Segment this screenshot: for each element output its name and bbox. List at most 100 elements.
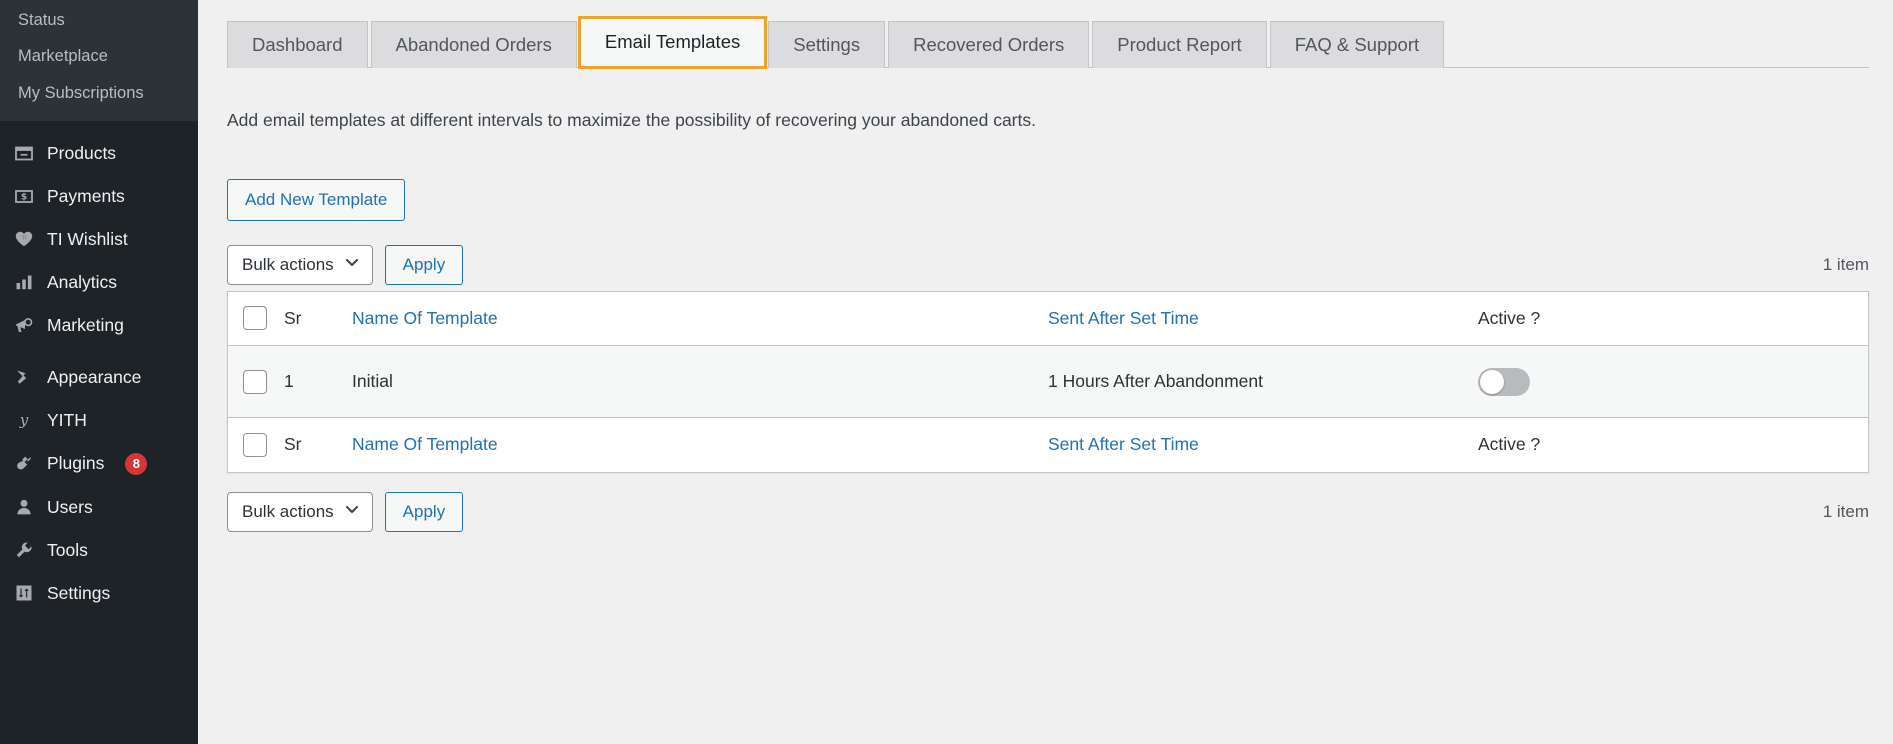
select-all-footer xyxy=(228,417,284,472)
header-sent-after-set-time-link[interactable]: Sent After Set Time xyxy=(1048,308,1199,328)
plugins-plug-icon xyxy=(13,453,34,474)
tab-faq-support-label: FAQ & Support xyxy=(1294,34,1420,55)
tab-settings[interactable]: Settings xyxy=(768,21,886,69)
select-all-header xyxy=(228,291,284,346)
bulk-actions-select-top-value: Bulk actions xyxy=(242,254,334,274)
svg-text:$: $ xyxy=(20,193,26,203)
yith-logo-icon: y xyxy=(13,410,34,431)
tools-wrench-icon xyxy=(13,540,34,561)
footer-name-of-template: Name Of Template xyxy=(352,417,1048,472)
header-name-of-template-link[interactable]: Name Of Template xyxy=(352,308,498,328)
select-all-checkbox-bottom[interactable] xyxy=(243,432,267,457)
footer-sent-after-set-time-link[interactable]: Sent After Set Time xyxy=(1048,434,1199,454)
header-sr-label: Sr xyxy=(284,307,302,328)
admin-sidebar: Status Marketplace My Subscriptions Prod… xyxy=(0,0,198,744)
table-body: 1 Initial 1 Hours After Abandonment xyxy=(228,345,1868,418)
table-footer-row: Sr Name Of Template Sent After Set Time … xyxy=(228,417,1868,472)
users-person-icon xyxy=(13,497,34,518)
sidebar-item-plugins-label: Plugins xyxy=(47,453,105,474)
tab-product-report[interactable]: Product Report xyxy=(1092,21,1267,69)
sidebar-item-payments[interactable]: $ Payments xyxy=(0,175,198,218)
sidebar-divider xyxy=(0,120,198,132)
bulk-actions-select-bottom[interactable]: Bulk actions xyxy=(227,491,373,532)
table-foot: Sr Name Of Template Sent After Set Time … xyxy=(228,417,1868,472)
sidebar-item-marketing-label: Marketing xyxy=(47,314,124,335)
email-templates-table: Sr Name Of Template Sent After Set Time … xyxy=(228,291,1868,472)
sidebar-item-ti-wishlist[interactable]: TI TI Wishlist xyxy=(0,218,198,261)
tab-recovered-orders[interactable]: Recovered Orders xyxy=(888,21,1090,69)
table-row: 1 Initial 1 Hours After Abandonment xyxy=(228,345,1868,418)
footer-sr: Sr xyxy=(284,417,352,472)
active-toggle-knob xyxy=(1480,369,1504,394)
sidebar-item-payments-label: Payments xyxy=(47,185,125,206)
add-new-template-button[interactable]: Add New Template xyxy=(227,178,406,221)
sidebar-divider-2 xyxy=(0,347,198,356)
sidebar-item-plugins[interactable]: Plugins 8 xyxy=(0,442,198,486)
item-count-bottom: 1 item xyxy=(1822,501,1869,521)
footer-name-of-template-link[interactable]: Name Of Template xyxy=(352,434,498,454)
tab-recovered-orders-label: Recovered Orders xyxy=(913,34,1065,55)
sidebar-item-analytics[interactable]: Analytics xyxy=(0,261,198,304)
sidebar-subitem-marketplace-label: Marketplace xyxy=(18,47,108,66)
apply-button-bottom[interactable]: Apply xyxy=(384,491,464,532)
tab-email-templates-label: Email Templates xyxy=(604,31,741,52)
tab-dashboard[interactable]: Dashboard xyxy=(227,21,368,69)
bulk-actions-select-bottom-value: Bulk actions xyxy=(242,501,334,521)
tab-abandoned-orders[interactable]: Abandoned Orders xyxy=(370,21,577,69)
sidebar-subitem-marketplace[interactable]: Marketplace xyxy=(0,38,198,74)
bulk-actions-select-top[interactable]: Bulk actions xyxy=(227,244,373,285)
tab-bar: Dashboard Abandoned Orders Email Templat… xyxy=(198,0,1869,70)
sidebar-item-users[interactable]: Users xyxy=(0,486,198,529)
apply-button-top[interactable]: Apply xyxy=(384,244,464,285)
tab-dashboard-label: Dashboard xyxy=(252,34,343,55)
wishlist-heart-icon: TI xyxy=(13,229,34,250)
products-icon xyxy=(13,143,34,164)
header-sr: Sr xyxy=(284,291,352,346)
tab-settings-label: Settings xyxy=(793,34,861,55)
svg-text:y: y xyxy=(18,411,28,429)
tab-product-report-label: Product Report xyxy=(1117,34,1242,55)
row-sr-cell: 1 xyxy=(284,371,294,392)
plugins-update-badge: 8 xyxy=(125,452,148,475)
footer-sent-after-set-time: Sent After Set Time xyxy=(1048,417,1478,472)
payments-icon: $ xyxy=(13,186,34,207)
sidebar-item-marketing[interactable]: Marketing xyxy=(0,304,198,347)
sidebar-item-products[interactable]: Products xyxy=(0,132,198,175)
sidebar-item-settings-label: Settings xyxy=(47,582,111,603)
footer-active: Active ? xyxy=(1478,417,1868,472)
sidebar-item-tools[interactable]: Tools xyxy=(0,529,198,572)
tab-list: Dashboard Abandoned Orders Email Templat… xyxy=(227,15,1869,70)
active-toggle[interactable] xyxy=(1478,367,1530,396)
tab-faq-support[interactable]: FAQ & Support xyxy=(1269,21,1445,69)
sidebar-item-ti-wishlist-label: TI Wishlist xyxy=(47,228,128,249)
tab-abandoned-orders-label: Abandoned Orders xyxy=(395,34,552,55)
header-active-label: Active ? xyxy=(1478,307,1541,328)
tab-email-templates[interactable]: Email Templates xyxy=(577,15,768,70)
sidebar-item-yith-label: YITH xyxy=(47,409,87,430)
settings-sliders-icon xyxy=(13,583,34,604)
sidebar-item-yith[interactable]: y YITH xyxy=(0,399,198,442)
select-all-checkbox-top[interactable] xyxy=(243,306,267,331)
sidebar-item-appearance[interactable]: Appearance xyxy=(0,356,198,399)
header-name-of-template: Name Of Template xyxy=(352,291,1048,346)
table-header-row: Sr Name Of Template Sent After Set Time … xyxy=(228,291,1868,346)
page-description: Add email templates at different interva… xyxy=(227,109,1036,130)
sidebar-item-settings[interactable]: Settings xyxy=(0,572,198,615)
row-select-cell xyxy=(228,346,284,418)
sidebar-subitem-status[interactable]: Status xyxy=(0,2,198,38)
analytics-bars-icon xyxy=(13,272,34,293)
page-actions: Add New Template xyxy=(198,150,1893,221)
row-name-cell: Initial xyxy=(352,371,393,392)
sidebar-subitem-my-subscriptions[interactable]: My Subscriptions xyxy=(0,75,198,111)
tablenav-top: Bulk actions Apply 1 item xyxy=(198,244,1893,286)
row-time-cell: 1 Hours After Abandonment xyxy=(1048,371,1263,392)
email-templates-table-wrapper: Sr Name Of Template Sent After Set Time … xyxy=(227,290,1869,473)
table-head: Sr Name Of Template Sent After Set Time … xyxy=(228,291,1868,346)
svg-text:TI: TI xyxy=(20,236,26,242)
main-content: Dashboard Abandoned Orders Email Templat… xyxy=(198,0,1893,744)
chevron-down-icon xyxy=(344,501,360,522)
footer-sr-label: Sr xyxy=(284,434,302,455)
item-count-top: 1 item xyxy=(1822,254,1869,274)
row-checkbox[interactable] xyxy=(243,369,267,394)
marketing-megaphone-icon xyxy=(13,315,34,336)
